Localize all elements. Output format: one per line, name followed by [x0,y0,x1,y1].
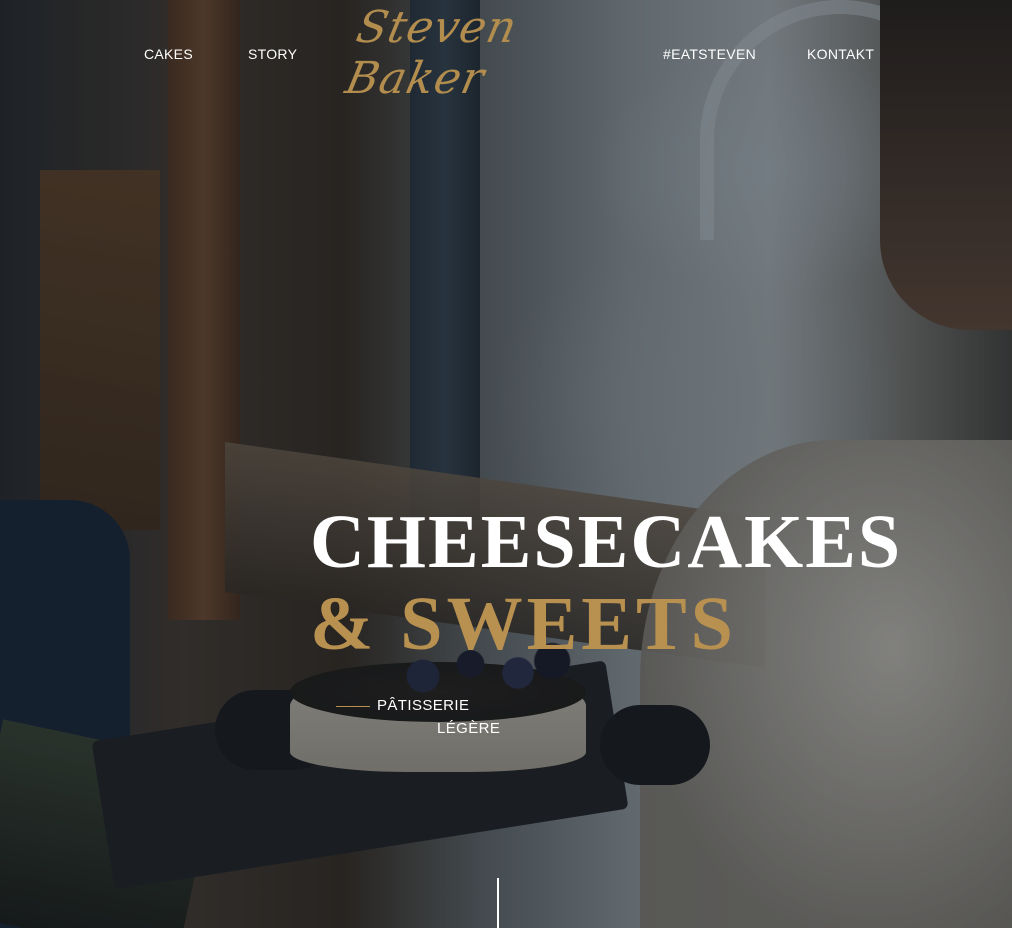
nav-link-cakes[interactable]: CAKES [144,46,193,62]
headline-line-2: & SWEETS [310,582,737,666]
hero-section: CAKES STORY Steven Baker #EATSTEVEN KONT… [0,0,1012,928]
main-navigation: CAKES STORY Steven Baker #EATSTEVEN KONT… [0,0,1012,104]
scroll-indicator[interactable] [497,878,499,928]
headline-line-1: CHEESECAKES [310,500,903,584]
brand-logo[interactable]: Steven Baker [341,2,611,104]
tagline-line-2: LÉGÈRE [437,720,501,737]
nav-link-kontakt[interactable]: KONTAKT [807,46,874,62]
tagline-rule [336,706,370,707]
hero-headline: CHEESECAKES & SWEETS [310,500,902,664]
dark-overlay [0,0,1012,928]
nav-link-eatsteven[interactable]: #EATSTEVEN [663,46,756,62]
tagline-line-1: PÂTISSERIE [377,697,470,714]
nav-link-story[interactable]: STORY [248,46,297,62]
